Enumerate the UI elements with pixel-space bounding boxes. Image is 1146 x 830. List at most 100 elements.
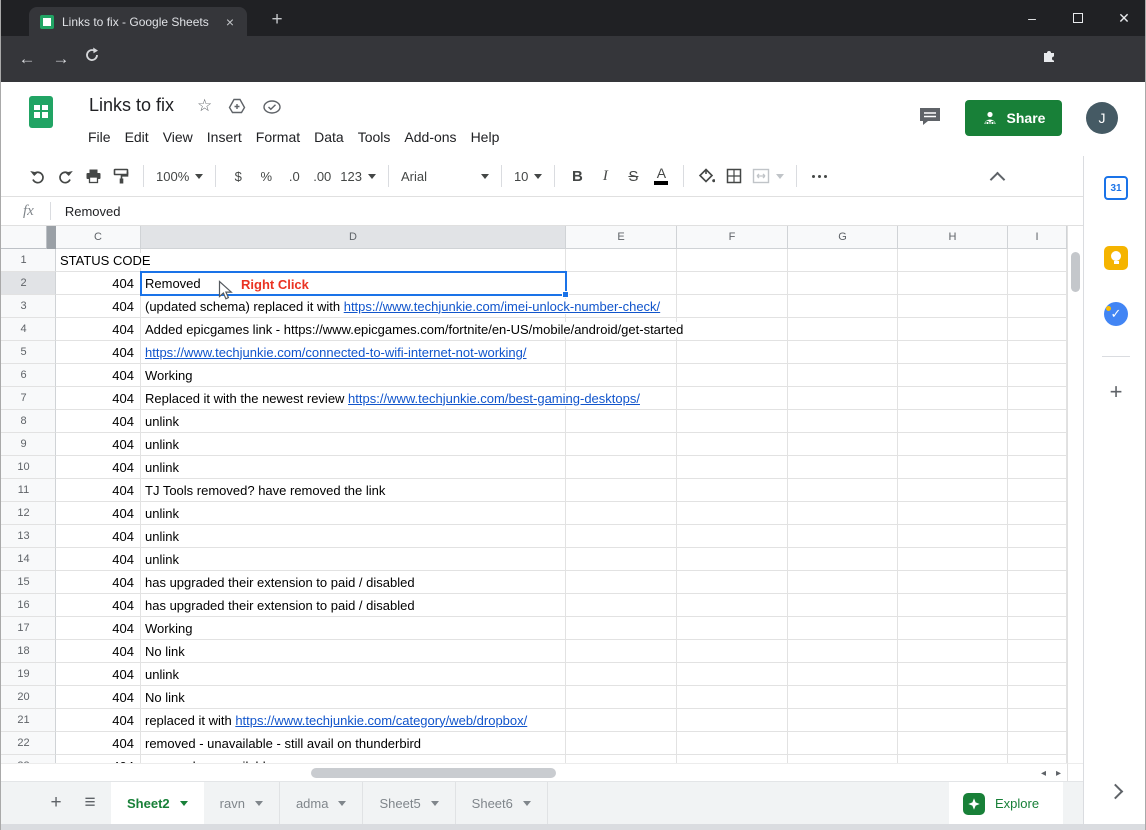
cell-D12[interactable]: unlink (141, 502, 566, 525)
cell-D21[interactable]: replaced it with https://www.techjunkie.… (141, 709, 566, 732)
sheet-tab-adma[interactable]: adma (280, 782, 364, 825)
cell-E15[interactable] (566, 571, 677, 594)
cell-G1[interactable] (788, 249, 898, 272)
comments-icon[interactable] (917, 105, 943, 129)
cell-C11[interactable]: 404 (56, 479, 141, 502)
cell-F10[interactable] (677, 456, 788, 479)
cell-H14[interactable] (898, 548, 1008, 571)
cell-E9[interactable] (566, 433, 677, 456)
cell-C3[interactable]: 404 (56, 295, 141, 318)
row-header-18[interactable]: 18 (1, 640, 56, 663)
cell-E18[interactable] (566, 640, 677, 663)
cell-I19[interactable] (1008, 663, 1067, 686)
formula-bar[interactable]: fx Removed (1, 197, 1083, 226)
decrease-decimal-button[interactable]: .0 (280, 162, 308, 190)
cell-C18[interactable]: 404 (56, 640, 141, 663)
account-avatar[interactable]: J (1086, 102, 1118, 134)
cell-D19[interactable]: unlink (141, 663, 566, 686)
col-header-G[interactable]: G (788, 226, 898, 249)
cell-H8[interactable] (898, 410, 1008, 433)
cell-I23[interactable] (1008, 755, 1067, 763)
cell-C19[interactable]: 404 (56, 663, 141, 686)
cell-I4[interactable] (1008, 318, 1067, 341)
formula-bar-value[interactable]: Removed (65, 204, 121, 219)
borders-icon[interactable] (720, 162, 748, 190)
cell-H23[interactable] (898, 755, 1008, 763)
cell-F9[interactable] (677, 433, 788, 456)
cell-G6[interactable] (788, 364, 898, 387)
browser-tab[interactable]: Links to fix - Google Sheets × (29, 7, 247, 36)
cell-G11[interactable] (788, 479, 898, 502)
sheet-tab-sheet5[interactable]: Sheet5 (363, 782, 455, 825)
cell-F6[interactable] (677, 364, 788, 387)
cell-E13[interactable] (566, 525, 677, 548)
cell-I8[interactable] (1008, 410, 1067, 433)
col-header-D[interactable]: D (141, 226, 566, 249)
cell-F20[interactable] (677, 686, 788, 709)
cell-D4[interactable]: Added epicgames link - https://www.epicg… (141, 318, 566, 341)
cell-D14[interactable]: unlink (141, 548, 566, 571)
cell-G12[interactable] (788, 502, 898, 525)
paint-format-icon[interactable] (107, 162, 135, 190)
share-button[interactable]: Share (965, 100, 1062, 136)
cell-I10[interactable] (1008, 456, 1067, 479)
cell-D3[interactable]: (updated schema) replaced it with https:… (141, 295, 566, 318)
cell-G10[interactable] (788, 456, 898, 479)
increase-decimal-button[interactable]: .00 (308, 162, 336, 190)
cell-D11[interactable]: TJ Tools removed? have removed the link (141, 479, 566, 502)
cell-G2[interactable] (788, 272, 898, 295)
more-formats-button[interactable]: 123 (336, 162, 380, 190)
row-header-9[interactable]: 9 (1, 433, 56, 456)
cell-C1[interactable]: STATUS CODE (56, 249, 141, 272)
menu-format[interactable]: Format (249, 126, 307, 148)
document-title[interactable]: Links to fix (89, 95, 174, 116)
menu-file[interactable]: File (81, 126, 118, 148)
cell-C7[interactable]: 404 (56, 387, 141, 410)
row-header-8[interactable]: 8 (1, 410, 56, 433)
cell-I21[interactable] (1008, 709, 1067, 732)
cell-C10[interactable]: 404 (56, 456, 141, 479)
format-percent-button[interactable]: % (252, 162, 280, 190)
sheet-tab-dropdown-icon[interactable] (255, 801, 263, 806)
cell-D8[interactable]: unlink (141, 410, 566, 433)
cell-F5[interactable] (677, 341, 788, 364)
cell-H12[interactable] (898, 502, 1008, 525)
cell-E8[interactable] (566, 410, 677, 433)
back-icon[interactable]: ← (15, 47, 39, 71)
cell-E14[interactable] (566, 548, 677, 571)
cell-G14[interactable] (788, 548, 898, 571)
row-header-10[interactable]: 10 (1, 456, 56, 479)
scroll-left-icon[interactable]: ◂ (1041, 768, 1046, 779)
cell-G16[interactable] (788, 594, 898, 617)
menu-insert[interactable]: Insert (200, 126, 249, 148)
col-header-C[interactable]: C (56, 226, 141, 249)
cell-F21[interactable] (677, 709, 788, 732)
cell-link[interactable]: https://www.techjunkie.com/imei-unlock-n… (344, 299, 660, 314)
cell-H15[interactable] (898, 571, 1008, 594)
cell-I20[interactable] (1008, 686, 1067, 709)
cell-H22[interactable] (898, 732, 1008, 755)
cell-G4[interactable] (788, 318, 898, 341)
cell-D5[interactable]: https://www.techjunkie.com/connected-to-… (141, 341, 566, 364)
cell-D7[interactable]: Replaced it with the newest review https… (141, 387, 566, 410)
cell-I22[interactable] (1008, 732, 1067, 755)
cell-H17[interactable] (898, 617, 1008, 640)
get-addons-button[interactable]: + (1104, 380, 1128, 404)
extensions-puzzle-icon[interactable] (1041, 46, 1065, 70)
cell-G21[interactable] (788, 709, 898, 732)
cell-C16[interactable]: 404 (56, 594, 141, 617)
italic-button[interactable]: I (591, 162, 619, 190)
cell-G15[interactable] (788, 571, 898, 594)
explore-button[interactable]: Explore (949, 782, 1063, 825)
cell-C13[interactable]: 404 (56, 525, 141, 548)
scroll-right-icon[interactable]: ▸ (1056, 768, 1061, 779)
row-header-5[interactable]: 5 (1, 341, 56, 364)
row-header-4[interactable]: 4 (1, 318, 56, 341)
cell-E1[interactable] (566, 249, 677, 272)
cell-I17[interactable] (1008, 617, 1067, 640)
show-side-panel-icon[interactable] (1106, 782, 1126, 802)
cell-C22[interactable]: 404 (56, 732, 141, 755)
cell-D23[interactable]: removed - unavailable (141, 755, 566, 763)
cell-G3[interactable] (788, 295, 898, 318)
minimize-button[interactable]: – (1009, 0, 1055, 36)
